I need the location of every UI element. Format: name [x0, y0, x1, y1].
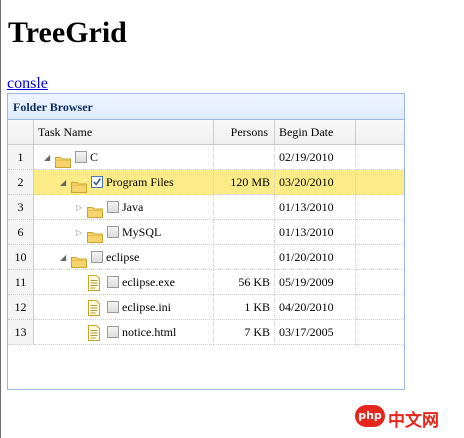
row-number: 11	[8, 270, 34, 295]
row-checkbox[interactable]	[91, 176, 103, 188]
begin-date-cell: 05/19/2009	[275, 270, 356, 295]
filler-cell	[356, 220, 404, 245]
page-title: TreeGrid	[8, 16, 127, 49]
persons-cell: 1 KB	[214, 295, 275, 320]
watermark-text: 中文网	[388, 411, 439, 431]
table-row[interactable]: 2 ◢ Program Files 120 MB 03/20/2010	[8, 170, 404, 195]
task-name-label: eclipse.exe	[122, 275, 175, 289]
filler-cell	[356, 170, 404, 195]
task-name-cell: ◢ C	[34, 145, 214, 170]
header-begin-date[interactable]: Begin Date	[275, 120, 356, 144]
persons-cell: 7 KB	[214, 320, 275, 345]
filler-cell	[356, 195, 404, 220]
persons-cell	[214, 220, 275, 245]
filler-cell	[356, 245, 404, 270]
filler-cell	[356, 145, 404, 170]
header-persons[interactable]: Persons	[214, 120, 275, 144]
header-filler	[356, 120, 404, 144]
begin-date-cell: 01/13/2010	[275, 220, 356, 245]
row-number: 12	[8, 295, 34, 320]
row-checkbox[interactable]	[107, 201, 119, 213]
begin-date-cell: 01/20/2010	[275, 245, 356, 270]
persons-cell	[214, 245, 275, 270]
task-name-label: notice.html	[122, 325, 177, 339]
file-icon	[87, 325, 101, 341]
persons-cell: 56 KB	[214, 270, 275, 295]
expanded-arrow-icon[interactable]: ◢	[60, 245, 66, 269]
task-name-cell: ◢ Program Files	[34, 170, 214, 195]
file-icon	[87, 275, 101, 291]
table-row[interactable]: 13 notice.html 7 KB 03/17/2005	[8, 320, 404, 345]
table-row[interactable]: 11 eclipse.exe 56 KB 05/19/2009	[8, 270, 404, 295]
task-name-label: Java	[122, 200, 144, 214]
begin-date-cell: 02/19/2010	[275, 145, 356, 170]
filler-cell	[356, 270, 404, 295]
header-row: Task Name Persons Begin Date	[8, 120, 404, 145]
filler-cell	[356, 295, 404, 320]
table-row[interactable]: 12 eclipse.ini 1 KB 04/20/2010	[8, 295, 404, 320]
begin-date-cell: 01/13/2010	[275, 195, 356, 220]
begin-date-cell: 03/17/2005	[275, 320, 356, 345]
console-link[interactable]: consle	[7, 75, 48, 93]
php-logo: php	[355, 405, 385, 427]
task-name-cell: ▷ MySQL	[34, 220, 214, 245]
persons-cell	[214, 195, 275, 220]
task-name-cell: eclipse.exe	[34, 270, 214, 295]
panel-title: Folder Browser	[13, 100, 93, 114]
table-row[interactable]: 10 ◢ eclipse 01/20/2010	[8, 245, 404, 270]
window-edge	[0, 0, 1, 438]
panel-header: Folder Browser	[8, 94, 404, 120]
task-name-cell: eclipse.ini	[34, 295, 214, 320]
row-checkbox[interactable]	[75, 151, 87, 163]
row-checkbox[interactable]	[91, 251, 103, 263]
task-name-cell: ◢ eclipse	[34, 245, 214, 270]
collapsed-arrow-icon[interactable]: ▷	[76, 195, 82, 219]
row-number: 1	[8, 145, 34, 170]
treegrid-panel: Folder Browser Task Name Persons Begin D…	[7, 93, 405, 390]
expanded-arrow-icon[interactable]: ◢	[44, 145, 50, 169]
php-cn-watermark: php 中文网	[355, 405, 450, 431]
task-name-cell: notice.html	[34, 320, 214, 345]
open-folder-icon	[71, 177, 87, 193]
task-name-label: Program Files	[106, 175, 174, 189]
row-checkbox[interactable]	[107, 226, 119, 238]
row-number: 13	[8, 320, 34, 345]
begin-date-cell: 04/20/2010	[275, 295, 356, 320]
file-icon	[87, 300, 101, 316]
task-name-cell: ▷ Java	[34, 195, 214, 220]
row-number: 3	[8, 195, 34, 220]
row-checkbox[interactable]	[107, 326, 119, 338]
persons-cell: 120 MB	[214, 170, 275, 195]
collapsed-arrow-icon[interactable]: ▷	[76, 220, 82, 244]
begin-date-cell: 03/20/2010	[275, 170, 356, 195]
header-rownum	[8, 120, 34, 144]
row-checkbox[interactable]	[107, 301, 119, 313]
row-number: 10	[8, 245, 34, 270]
open-folder-icon	[71, 252, 87, 268]
header-task-name[interactable]: Task Name	[34, 120, 214, 144]
table-row[interactable]: 6 ▷ MySQL 01/13/2010	[8, 220, 404, 245]
task-name-label: eclipse	[106, 250, 140, 264]
task-name-label: C	[90, 150, 99, 164]
folder-icon	[87, 227, 103, 243]
task-name-label: eclipse.ini	[122, 300, 171, 314]
filler-cell	[356, 320, 404, 345]
persons-cell	[214, 145, 275, 170]
folder-icon	[87, 202, 103, 218]
open-folder-icon	[55, 152, 71, 168]
row-number: 2	[8, 170, 34, 195]
table-row[interactable]: 1 ◢ C 02/19/2010	[8, 145, 404, 170]
expanded-arrow-icon[interactable]: ◢	[60, 170, 66, 194]
row-checkbox[interactable]	[107, 276, 119, 288]
row-number: 6	[8, 220, 34, 245]
table-row[interactable]: 3 ▷ Java 01/13/2010	[8, 195, 404, 220]
task-name-label: MySQL	[122, 225, 162, 239]
